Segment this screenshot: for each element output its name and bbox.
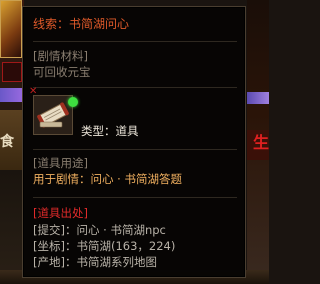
source-line-submit: [提交]：问心 · 书简湖npc xyxy=(33,223,166,237)
right-edge-text: 生 xyxy=(252,133,269,152)
skill-slot-icon[interactable] xyxy=(0,0,22,58)
source-header: [道具出处] xyxy=(33,206,88,220)
right-status-bar xyxy=(247,92,269,104)
category-header: [剧情材料] xyxy=(33,49,88,63)
divider xyxy=(33,149,237,150)
scroll-bundle-icon xyxy=(33,95,73,135)
usage-header: [道具用途] xyxy=(33,156,88,170)
usage-text: 用于剧情：问心 · 书简湖答题 xyxy=(33,172,182,186)
divider xyxy=(33,87,237,88)
item-tooltip: 线索：书简湖问心 [剧情材料] 可回收元宝 ✕ 类型：道具 [道具用途] 用于剧… xyxy=(22,6,246,278)
status-dot-icon xyxy=(68,97,78,107)
category-text: 可回收元宝 xyxy=(33,65,91,79)
source-line-coordinates: [坐标]：书简湖(163，224) xyxy=(33,239,176,253)
source-line-origin: [产地]：书简湖系列地图 xyxy=(33,255,157,269)
inventory-slot[interactable] xyxy=(2,62,22,82)
divider xyxy=(33,41,237,42)
mana-bar xyxy=(0,88,24,102)
tooltip-title: 线索：书简湖问心 xyxy=(33,17,130,31)
divider xyxy=(33,197,237,198)
item-type-label: 类型：道具 xyxy=(81,124,139,138)
background-left-panel: 食 xyxy=(0,0,24,284)
left-edge-text: 食 xyxy=(0,134,14,150)
background-right-panel: 生 xyxy=(247,0,269,284)
